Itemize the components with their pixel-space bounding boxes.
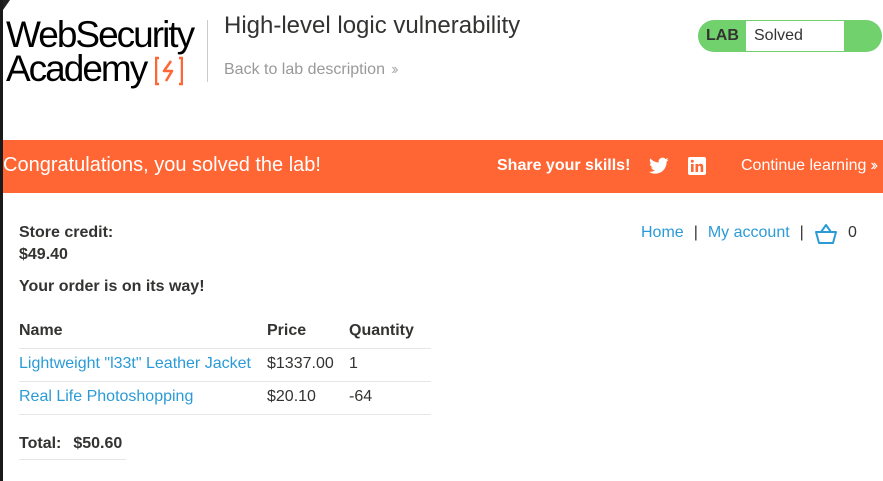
lab-title: High-level logic vulnerability bbox=[224, 12, 521, 39]
twitter-icon[interactable] bbox=[649, 157, 669, 175]
lightning-logo-icon bbox=[155, 56, 183, 86]
product-link[interactable]: Real Life Photoshopping bbox=[19, 388, 193, 405]
double-chevron-right-icon: ›› bbox=[390, 61, 398, 78]
share-skills-label: Share your skills! bbox=[497, 157, 631, 174]
continue-learning-link[interactable]: Continue learning ›› bbox=[741, 157, 878, 175]
linkedin-icon[interactable] bbox=[688, 157, 706, 175]
home-link[interactable]: Home bbox=[641, 224, 684, 241]
order-table: Name Price Quantity Lightweight "l33t" L… bbox=[19, 315, 431, 415]
continue-learning-label: Continue learning bbox=[741, 157, 867, 174]
my-account-link[interactable]: My account bbox=[708, 224, 790, 241]
account-nav: Home | My account | bbox=[641, 224, 814, 242]
solved-banner: Congratulations, you solved the lab! Sha… bbox=[3, 140, 883, 193]
store-credit-label: Store credit: bbox=[19, 224, 114, 241]
table-header-row: Name Price Quantity bbox=[19, 315, 431, 349]
back-to-lab-description-link[interactable]: Back to lab description ›› bbox=[224, 61, 398, 79]
total-label: Total: bbox=[19, 435, 62, 452]
header-divider bbox=[207, 20, 208, 82]
product-name-cell: Real Life Photoshopping bbox=[19, 381, 267, 415]
linkedin-glyph bbox=[690, 159, 704, 172]
product-quantity: -64 bbox=[349, 381, 431, 415]
order-total: Total: $50.60 bbox=[19, 435, 126, 460]
nav-separator: | bbox=[693, 224, 698, 241]
table-row: Real Life Photoshopping $20.10 -64 bbox=[19, 381, 431, 415]
lab-status-badge: LAB Solved bbox=[698, 20, 882, 52]
table-row: Lightweight "l33t" Leather Jacket $1337.… bbox=[19, 348, 431, 382]
nav-separator: | bbox=[799, 224, 804, 241]
congratulations-message: Congratulations, you solved the lab! bbox=[3, 154, 321, 176]
back-link-label: Back to lab description bbox=[224, 61, 385, 78]
lab-status-text: Solved bbox=[754, 27, 803, 44]
order-confirmation-message: Your order is on its way! bbox=[19, 278, 205, 295]
total-value: $50.60 bbox=[73, 435, 123, 452]
product-price: $1337.00 bbox=[267, 348, 349, 382]
product-quantity: 1 bbox=[349, 348, 431, 382]
product-link[interactable]: Lightweight "l33t" Leather Jacket bbox=[19, 355, 251, 372]
column-header-quantity: Quantity bbox=[349, 315, 431, 349]
product-name-cell: Lightweight "l33t" Leather Jacket bbox=[19, 348, 267, 382]
cart-icon[interactable] bbox=[814, 223, 838, 245]
double-chevron-right-icon: ›› bbox=[870, 157, 877, 174]
column-header-name: Name bbox=[19, 315, 267, 349]
window-edge bbox=[0, 0, 3, 481]
logo-text-line1: WebSecurity bbox=[6, 14, 195, 55]
product-price: $20.10 bbox=[267, 381, 349, 415]
mouse-cursor-icon bbox=[3, 0, 10, 10]
status-box: Solved bbox=[746, 21, 844, 51]
lab-tag: LAB bbox=[706, 27, 739, 44]
store-credit-value: $49.40 bbox=[19, 246, 68, 263]
web-security-academy-logo[interactable]: WebSecurity Academy bbox=[6, 14, 206, 87]
cart-count: 0 bbox=[848, 224, 857, 241]
column-header-price: Price bbox=[267, 315, 349, 349]
